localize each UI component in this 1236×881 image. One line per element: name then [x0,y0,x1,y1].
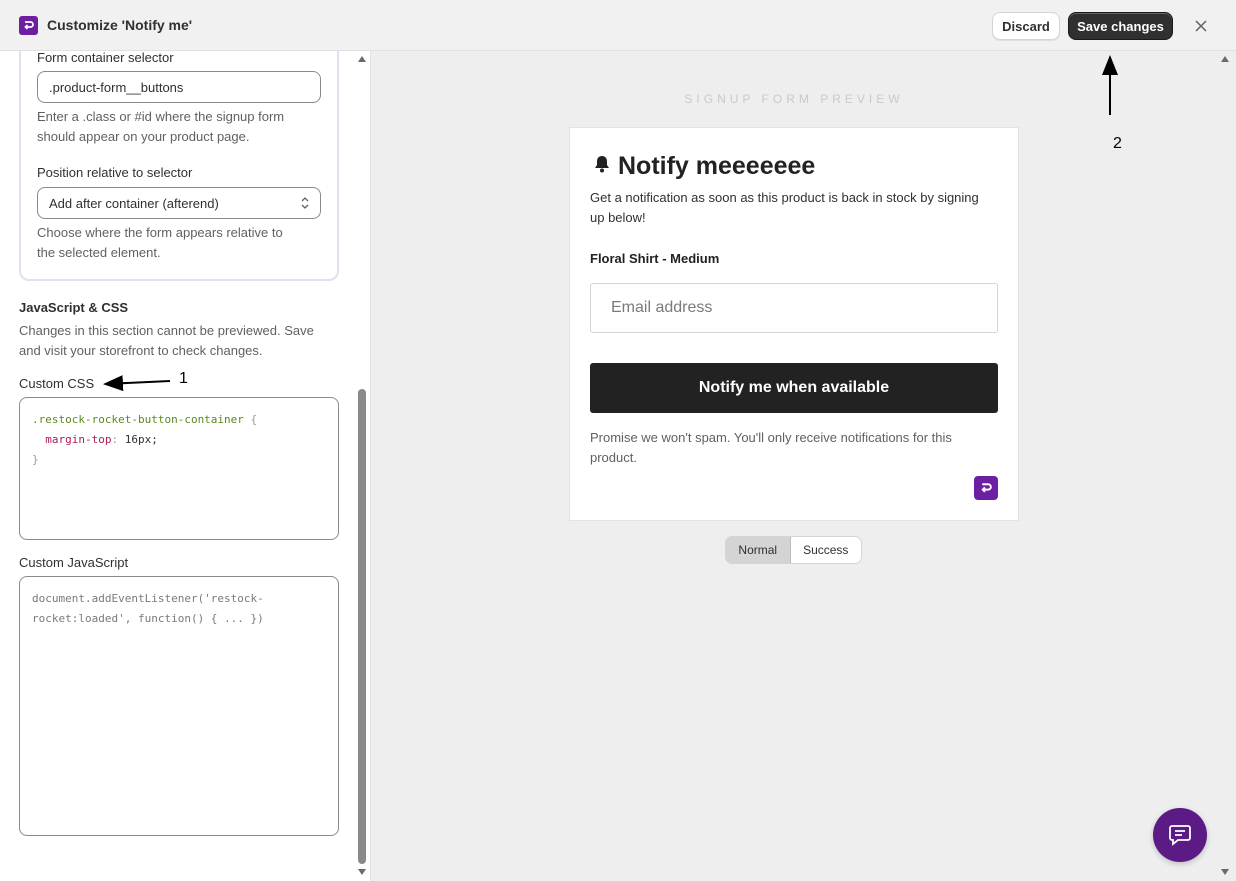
custom-js-editor[interactable]: document.addEventListener('restock- rock… [19,576,339,836]
custom-js-label: Custom JavaScript [19,555,129,570]
spam-disclaimer: Promise we won't spam. You'll only recei… [590,430,952,465]
scroll-down-arrow-icon[interactable] [1221,869,1229,875]
css-property: margin-top [45,433,112,446]
toggle-success-button[interactable]: Success [791,537,861,563]
scroll-thumb[interactable] [358,389,366,864]
select-chevron-icon [300,196,310,213]
right-scrollbar[interactable] [1219,51,1231,881]
annotation-label-1: 1 [179,370,188,387]
js-css-help: Changes in this section cannot be previe… [19,321,314,361]
custom-css-editor[interactable]: .restock-rocket-button-container { margi… [19,397,339,540]
chat-support-button[interactable] [1153,808,1207,862]
settings-panel[interactable]: Form container selector .product-form__b… [0,51,371,881]
app-logo-icon [19,16,38,35]
js-css-heading: JavaScript & CSS [19,300,129,315]
preview-state-toggle: Normal Success [725,536,862,564]
position-label: Position relative to selector [37,165,193,180]
form-description: Get a notification as soon as this produ… [590,190,979,225]
help-text: Choose where the form appears relative t… [37,225,283,240]
css-colon: : [111,433,119,446]
discard-button[interactable]: Discard [992,12,1060,40]
container-selector-label: Form container selector [37,51,174,65]
annotation-label-2: 2 [1113,135,1122,152]
position-select-value: Add after container (afterend) [49,195,219,211]
css-value: 16px; [124,433,158,446]
help-text: Changes in this section cannot be previe… [19,323,314,338]
left-scrollbar[interactable] [356,51,368,881]
css-open-brace: { [250,413,258,426]
css-close-brace: } [32,453,39,466]
position-select[interactable]: Add after container (afterend) [37,187,321,219]
chat-bubble-icon [1169,825,1191,846]
product-variant: Floral Shirt - Medium [590,251,720,266]
container-selector-input[interactable]: .product-form__buttons [37,71,321,103]
scroll-down-arrow-icon[interactable] [358,869,366,875]
top-bar: Customize 'Notify me' Discard Save chang… [0,0,1236,51]
scroll-up-arrow-icon[interactable] [1221,56,1229,62]
preview-panel: SIGNUP FORM PREVIEW Notify meeeeeee Get … [371,51,1236,881]
notify-me-button[interactable]: Notify me when available [590,363,998,413]
css-selector: .restock-rocket-button-container [32,413,244,426]
scroll-up-arrow-icon[interactable] [358,56,366,62]
email-input[interactable]: Email address [590,283,998,333]
help-text: Enter a .class or #id where the signup f… [37,109,285,124]
restock-rocket-logo-icon[interactable] [974,476,998,500]
custom-css-label: Custom CSS [19,376,95,391]
save-changes-button[interactable]: Save changes [1068,12,1173,40]
js-placeholder-line: rocket:loaded', function() { ... }) [32,612,264,625]
preview-caption: SIGNUP FORM PREVIEW [684,92,904,106]
form-title-text: Notify meeeeeee [618,152,816,180]
form-title: Notify meeeeeee [592,152,815,181]
signup-form-preview: Notify meeeeeee Get a notification as so… [569,127,1019,521]
help-text: the selected element. [37,245,161,260]
position-help: Choose where the form appears relative t… [37,223,283,263]
bell-icon [592,152,612,181]
container-selector-help: Enter a .class or #id where the signup f… [37,107,284,147]
toggle-normal-button[interactable]: Normal [726,537,791,563]
js-placeholder-line: document.addEventListener('restock- [32,592,264,605]
help-text: and visit your storefront to check chang… [19,343,263,358]
page-title: Customize 'Notify me' [47,17,193,33]
close-icon[interactable] [1191,16,1211,36]
help-text: should appear on your product page. [37,129,250,144]
